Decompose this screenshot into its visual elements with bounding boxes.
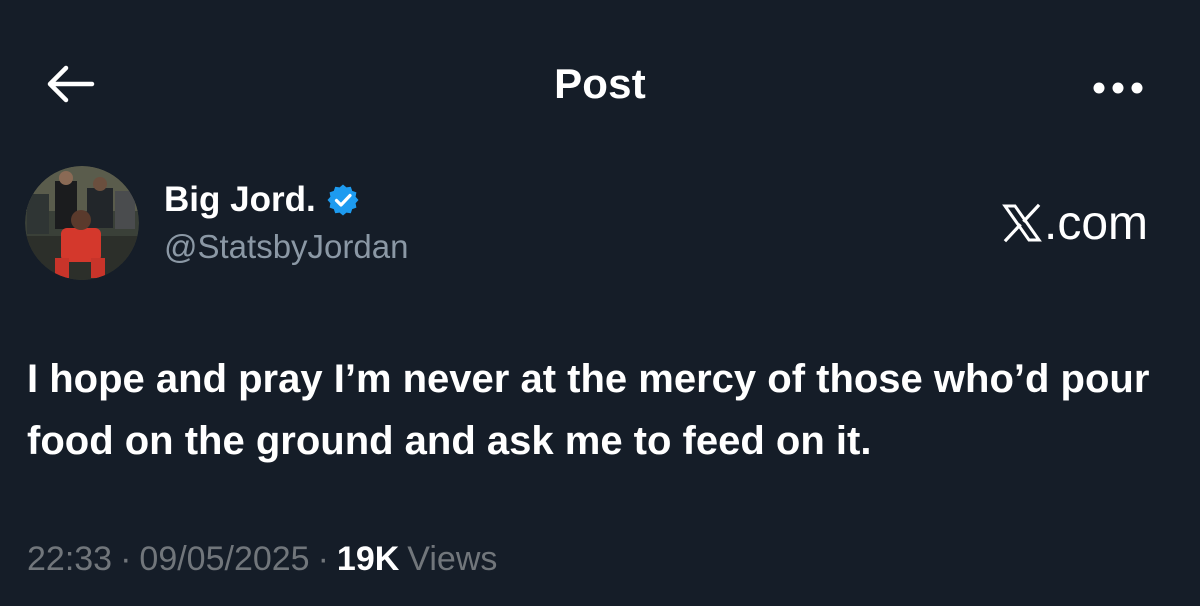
meta-separator: · — [120, 540, 132, 578]
top-bar: Post — [0, 0, 1200, 175]
meta-separator: · — [317, 540, 329, 578]
more-horizontal-icon — [1091, 81, 1145, 100]
post-meta: 22:33 · 09/05/2025 · 19K Views — [27, 540, 497, 579]
source-watermark: .com — [1002, 196, 1148, 251]
views-label[interactable]: Views — [407, 540, 497, 579]
views-count[interactable]: 19K — [337, 540, 399, 579]
page-title: Post — [554, 60, 646, 107]
author-handle[interactable]: @StatsbyJordan — [164, 228, 408, 266]
author-name[interactable]: Big Jord. — [164, 180, 316, 220]
verified-badge-icon[interactable] — [326, 183, 360, 217]
author-name-row[interactable]: Big Jord. — [164, 180, 360, 220]
avatar[interactable] — [25, 166, 139, 280]
x-logo-icon — [1002, 200, 1042, 243]
more-options-button[interactable] — [1088, 70, 1148, 110]
source-domain-text: .com — [1043, 197, 1148, 250]
post-date[interactable]: 09/05/2025 — [139, 540, 309, 579]
post-time[interactable]: 22:33 — [27, 540, 112, 579]
post-text: I hope and pray I’m never at the mercy o… — [27, 357, 1150, 463]
